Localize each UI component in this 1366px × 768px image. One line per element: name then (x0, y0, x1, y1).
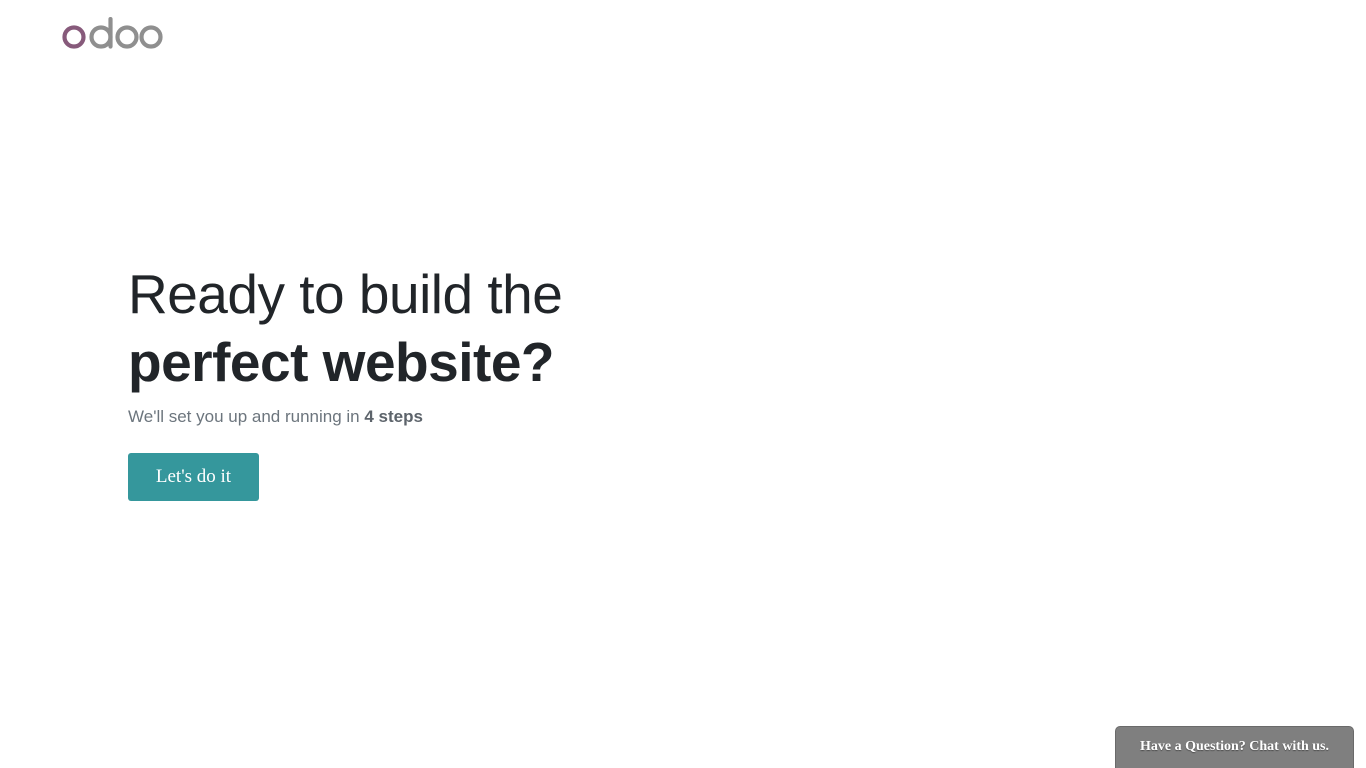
live-chat-button[interactable]: Have a Question? Chat with us. (1115, 726, 1354, 768)
lets-do-it-button[interactable]: Let's do it (128, 453, 259, 501)
steps-count: 4 steps (364, 407, 423, 426)
headline-line-1: Ready to build the (128, 263, 563, 325)
website-onboarding-page: odoo Ready to build the perfect website?… (0, 0, 1366, 768)
odoo-logo: odoo (62, 17, 163, 49)
headline-line-2: perfect website? (128, 331, 555, 393)
hero-section: Ready to build the perfect website? We'l… (128, 262, 828, 428)
subtitle: We'll set you up and running in 4 steps (128, 406, 828, 428)
subtitle-text: We'll set you up and running in (128, 407, 365, 426)
